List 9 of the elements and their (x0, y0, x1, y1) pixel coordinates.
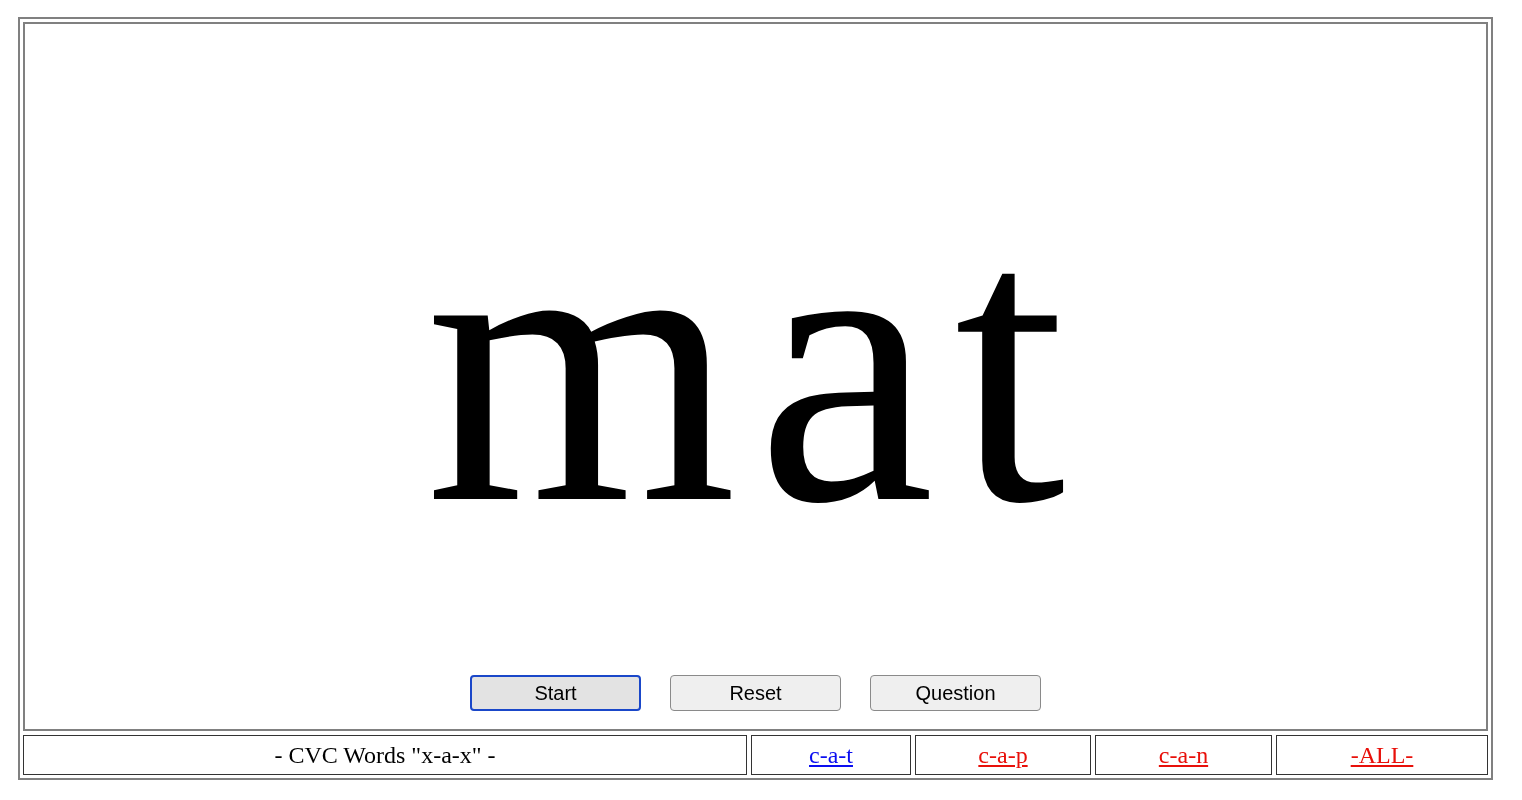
word-set-link[interactable]: c-a-t (809, 741, 853, 769)
word-set-link[interactable]: -ALL- (1350, 741, 1414, 769)
word-set-link[interactable]: c-a-n (1158, 741, 1209, 769)
word-set-link[interactable]: c-a-p (978, 741, 1028, 769)
action-button[interactable]: Start (470, 675, 641, 711)
action-button[interactable]: Question (870, 675, 1041, 711)
set-title: - CVC Words "x-a-x" - (274, 741, 496, 769)
action-button[interactable]: Reset (670, 675, 841, 711)
flashcard-word: mat (425, 164, 1086, 565)
